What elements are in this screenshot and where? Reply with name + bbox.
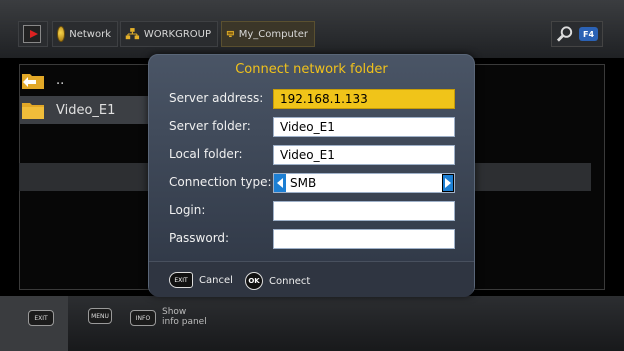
folder-up-icon [22,74,44,89]
ok-key-icon: OK [245,272,263,290]
server-address-field[interactable]: 192.168.1.133 [273,89,455,109]
file-list-item-video-e1[interactable]: Video_E1 [20,96,148,124]
login-label: Login: [169,203,206,217]
breadcrumb-workgroup-label: WORKGROUP [143,28,211,40]
info-panel-label: Show info panel [162,307,207,327]
cancel-label: Cancel [199,274,233,286]
f4-key-badge: F4 [579,27,598,41]
login-field[interactable] [273,201,455,221]
server-address-label: Server address: [169,91,264,105]
local-folder-label: Local folder: [169,147,243,161]
password-field[interactable] [273,229,455,249]
arrow-right-icon[interactable] [442,174,454,192]
breadcrumb-workgroup[interactable]: WORKGROUP [120,21,218,47]
folder-icon [22,103,44,119]
computer-icon [226,30,234,38]
video-film-icon [23,25,41,43]
connection-type-select[interactable]: SMB [273,173,455,193]
exit-key-icon: EXIT [169,272,193,288]
file-list-item-label: .. [56,72,65,88]
connection-type-label: Connection type: [169,175,272,189]
file-list-item-up[interactable]: .. [20,66,64,94]
dialog-title: Connect network folder [235,62,388,77]
search-button[interactable]: F4 [551,21,603,47]
breadcrumb-network-label: Network [69,28,111,40]
password-label: Password: [169,231,230,245]
info-key-button[interactable]: INFO [130,310,156,326]
arrow-left-icon[interactable] [274,174,286,192]
breadcrumb-my-computer-label: My_Computer [238,28,308,40]
server-folder-label: Server folder: [169,119,251,133]
connection-type-value: SMB [290,176,317,190]
server-folder-field[interactable]: Video_E1 [273,117,455,137]
connect-label: Connect [269,275,311,287]
breadcrumb-my-computer[interactable]: My_Computer [221,21,315,47]
connect-button[interactable]: OK Connect [245,272,310,290]
globe-icon [57,26,66,42]
breadcrumb-network[interactable]: Network [52,21,118,47]
exit-key-button[interactable]: EXIT [28,310,54,326]
network-icon [125,28,140,40]
top-bar: Network WORKGROUP My_Computer F4 [0,0,624,58]
connect-network-folder-dialog: Connect network folder Server address: 1… [148,54,475,297]
cancel-button[interactable]: EXIT Cancel [169,272,233,288]
breadcrumb-video[interactable] [18,21,48,47]
dialog-footer: EXIT Cancel OK Connect [149,261,474,297]
file-list-item-label: Video_E1 [56,102,116,118]
search-icon [556,26,573,42]
local-folder-field[interactable]: Video_E1 [273,145,455,165]
menu-key-button[interactable]: MENU [88,308,112,324]
